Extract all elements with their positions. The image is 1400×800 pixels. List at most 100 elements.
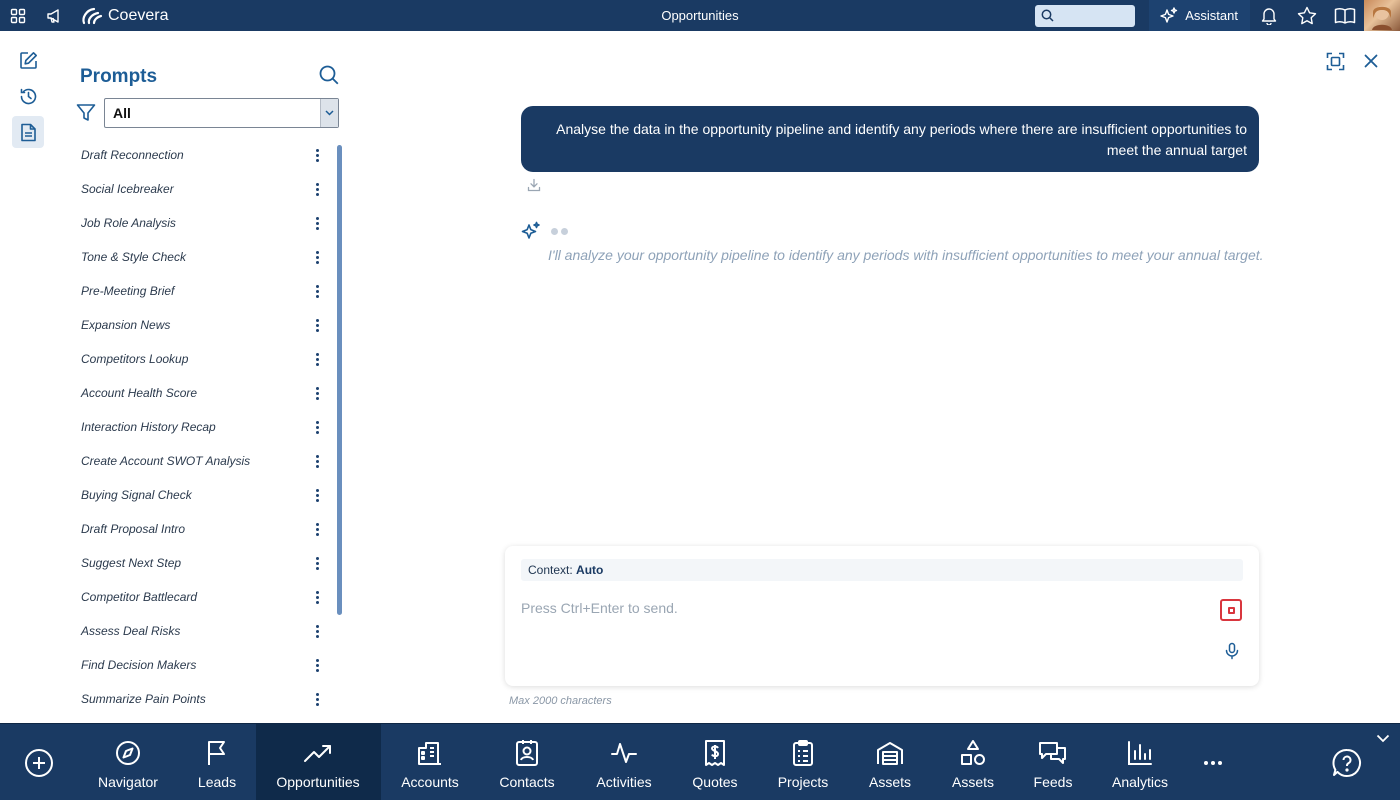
megaphone-icon[interactable]	[36, 0, 72, 31]
expand-icon	[1326, 52, 1344, 70]
kebab-menu-icon[interactable]	[310, 350, 324, 368]
kebab-menu-icon[interactable]	[310, 418, 324, 436]
prompt-item-label: Account Health Score	[81, 386, 198, 400]
prompts-filter-select[interactable]: All	[104, 98, 339, 128]
chevron-down-icon[interactable]	[1376, 730, 1392, 746]
more-nav-button[interactable]	[1202, 752, 1224, 774]
prompt-list-item[interactable]: Summarize Pain Points	[70, 682, 336, 716]
help-icon	[1332, 748, 1361, 777]
max-characters-hint: Max 2000 characters	[509, 695, 612, 707]
nav-item-leads[interactable]: Leads	[182, 724, 252, 800]
prompt-list-item[interactable]: Buying Signal Check	[70, 478, 336, 512]
star-icon[interactable]	[1288, 0, 1326, 31]
nav-item-opportunities[interactable]: Opportunities	[255, 724, 381, 800]
prompt-list-item[interactable]: Competitor Battlecard	[70, 580, 336, 614]
prompts-button[interactable]	[12, 116, 44, 148]
nav-item-feeds[interactable]: Feeds	[1018, 724, 1088, 800]
nav-item-contacts[interactable]: Contacts	[487, 724, 567, 800]
sparkle-icon	[1160, 6, 1178, 23]
prompt-list-item[interactable]: Find Decision Makers	[70, 648, 336, 682]
contact-card-icon	[512, 738, 542, 768]
bell-icon[interactable]	[1250, 0, 1288, 31]
prompt-list-item[interactable]: Draft Reconnection	[70, 138, 336, 172]
context-selector[interactable]: Context: Auto	[521, 559, 1243, 581]
kebab-menu-icon[interactable]	[310, 452, 324, 470]
prompt-item-label: Assess Deal Risks	[81, 624, 181, 638]
trending-up-icon	[303, 738, 333, 768]
fullscreen-button[interactable]	[1324, 50, 1346, 72]
user-avatar[interactable]	[1364, 0, 1400, 31]
prompt-list-item[interactable]: Job Role Analysis	[70, 206, 336, 240]
prompt-list-item[interactable]: Account Health Score	[70, 376, 336, 410]
user-message-bubble: Analyse the data in the opportunity pipe…	[521, 106, 1259, 172]
message-input[interactable]	[521, 598, 1191, 618]
kebab-menu-icon[interactable]	[310, 588, 324, 606]
new-chat-button[interactable]	[12, 44, 44, 76]
microphone-button[interactable]	[1223, 642, 1241, 660]
chevron-down-icon[interactable]	[320, 99, 338, 127]
prompt-list: Draft Reconnection Social Icebreaker Job R…	[70, 138, 336, 718]
nav-item-navigator[interactable]: Navigator	[88, 724, 168, 800]
brand-logo[interactable]: Coevera	[80, 6, 168, 26]
prompt-item-label: Summarize Pain Points	[81, 692, 206, 706]
download-icon[interactable]	[527, 178, 541, 192]
nav-item-analytics[interactable]: Analytics	[1100, 724, 1180, 800]
left-rail	[0, 31, 56, 723]
prompt-list-item[interactable]: Pre-Meeting Brief	[70, 274, 336, 308]
top-bar: Coevera Opportunities Assistant	[0, 0, 1400, 31]
prompt-list-item[interactable]: Expansion News	[70, 308, 336, 342]
kebab-menu-icon[interactable]	[310, 384, 324, 402]
prompt-item-label: Draft Proposal Intro	[81, 522, 186, 536]
prompt-list-item[interactable]: Competitors Lookup	[70, 342, 336, 376]
prompt-list-item[interactable]: Suggest Next Step	[70, 546, 336, 580]
book-icon[interactable]	[1326, 0, 1364, 31]
help-button[interactable]	[1330, 746, 1364, 780]
kebab-menu-icon[interactable]	[310, 180, 324, 198]
search-icon	[1041, 9, 1054, 22]
nav-item-assets[interactable]: Assets	[855, 724, 925, 800]
history-button[interactable]	[12, 80, 44, 112]
assistant-button[interactable]: Assistant	[1149, 0, 1250, 31]
prompt-list-item[interactable]: Assess Deal Risks	[70, 614, 336, 648]
prompt-list-item[interactable]: Draft Proposal Intro	[70, 512, 336, 546]
nav-item-accounts[interactable]: Accounts	[390, 724, 470, 800]
kebab-menu-icon[interactable]	[310, 486, 324, 504]
search-icon	[319, 65, 339, 85]
kebab-menu-icon[interactable]	[310, 214, 324, 232]
prompt-list-item[interactable]: Tone & Style Check	[70, 240, 336, 274]
prompt-item-label: Expansion News	[81, 318, 171, 332]
prompt-item-label: Job Role Analysis	[81, 216, 176, 230]
prompts-search-button[interactable]	[318, 64, 342, 88]
kebab-menu-icon[interactable]	[310, 146, 324, 164]
kebab-menu-icon[interactable]	[310, 656, 324, 674]
stop-generation-button[interactable]	[1220, 599, 1242, 621]
nav-item-label: Projects	[777, 774, 829, 790]
prompt-list-item[interactable]: Interaction History Recap	[70, 410, 336, 444]
nav-item-label: Feeds	[1033, 774, 1073, 790]
nav-item-projects[interactable]: Projects	[763, 724, 843, 800]
prompt-item-label: Draft Reconnection	[81, 148, 184, 162]
nav-item-activities[interactable]: Activities	[584, 724, 664, 800]
kebab-menu-icon[interactable]	[310, 248, 324, 266]
global-search-input[interactable]	[1035, 4, 1136, 27]
flag-icon	[202, 738, 232, 768]
nav-item-label: Navigator	[98, 774, 158, 790]
add-button[interactable]	[22, 746, 56, 780]
kebab-menu-icon[interactable]	[310, 554, 324, 572]
prompt-item-label: Suggest Next Step	[81, 556, 182, 570]
prompt-list-item[interactable]: Create Account SWOT Analysis	[70, 444, 336, 478]
kebab-menu-icon[interactable]	[310, 282, 324, 300]
kebab-menu-icon[interactable]	[310, 690, 324, 708]
kebab-menu-icon[interactable]	[310, 316, 324, 334]
kebab-menu-icon[interactable]	[310, 622, 324, 640]
stop-icon	[1227, 606, 1235, 614]
close-button[interactable]	[1360, 50, 1382, 72]
prompt-list-scrollbar[interactable]	[337, 145, 342, 615]
nav-item-assets[interactable]: Assets	[938, 724, 1008, 800]
receipt-icon	[700, 738, 730, 768]
nav-item-label: Analytics	[1111, 774, 1169, 790]
nav-item-quotes[interactable]: Quotes	[680, 724, 750, 800]
app-grid-icon[interactable]	[0, 0, 36, 31]
kebab-menu-icon[interactable]	[310, 520, 324, 538]
prompt-list-item[interactable]: Social Icebreaker	[70, 172, 336, 206]
